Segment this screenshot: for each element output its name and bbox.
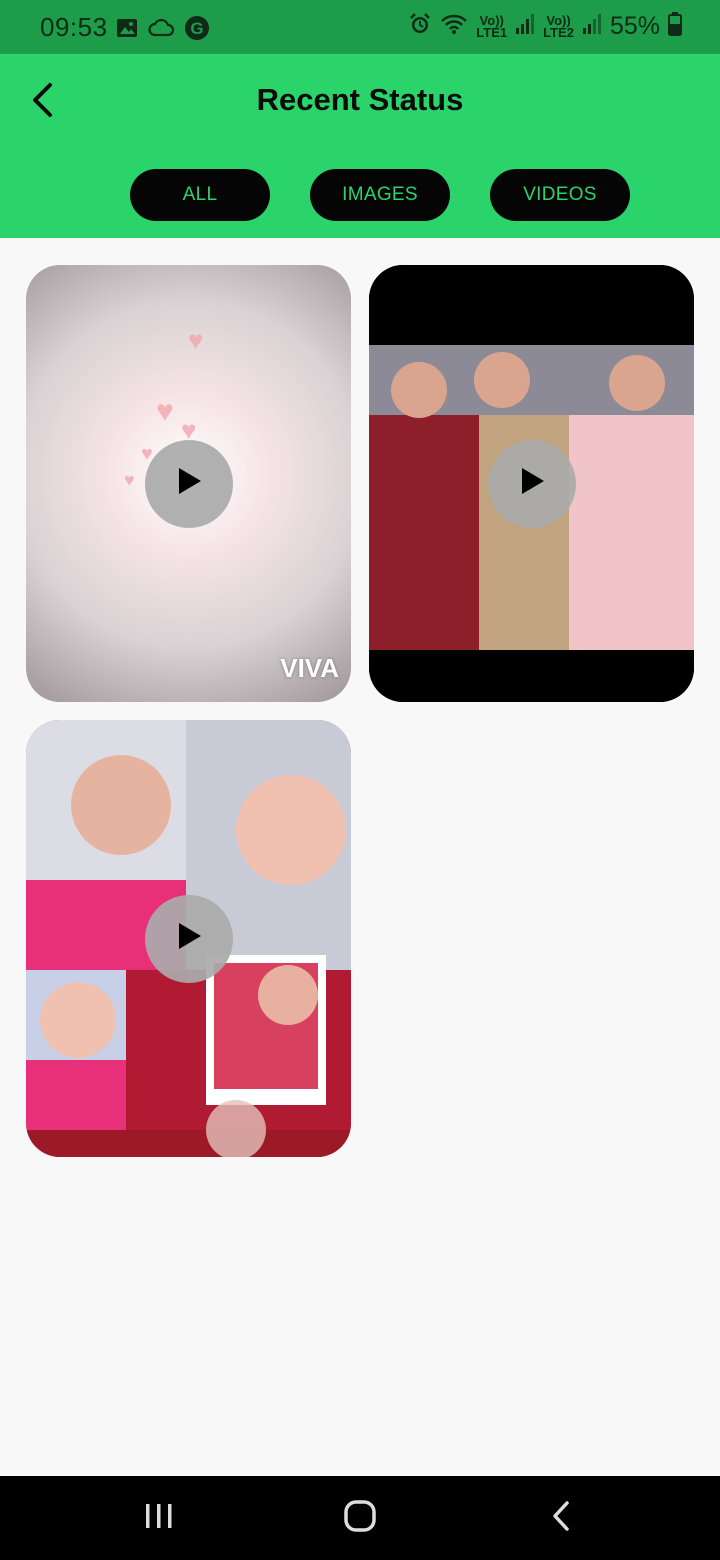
sim2-label: Vo)) LTE2 (543, 14, 574, 40)
heart-icon: ♥ (124, 470, 135, 490)
page-title: Recent Status (256, 82, 464, 117)
battery-percent: 55% (609, 12, 660, 40)
sim1-label: Vo)) LTE1 (476, 14, 508, 40)
filter-tabs: ALL IMAGES VIDEOS (130, 169, 630, 221)
signal-icon (582, 13, 602, 40)
status-left-icons: G (116, 15, 210, 46)
watermark-text: VIVA (280, 653, 339, 683)
play-button[interactable] (144, 439, 233, 528)
play-icon (175, 466, 203, 501)
sim2-lte: LTE2 (543, 24, 574, 40)
tab-images[interactable]: IMAGES (310, 169, 450, 221)
wifi-icon (440, 13, 468, 40)
home-button[interactable] (332, 1492, 388, 1544)
status-thumbnail-1[interactable]: ♥ ♥ ♥ ♥ ♥ VIVA (26, 265, 351, 702)
home-icon (343, 1499, 377, 1538)
heart-icon: ♥ (156, 395, 174, 428)
svg-text:G: G (190, 19, 203, 38)
back-nav-button[interactable] (533, 1492, 589, 1544)
alarm-icon (408, 12, 432, 41)
heart-icon: ♥ (188, 325, 204, 355)
sim1-lte: LTE1 (476, 24, 508, 40)
tab-videos[interactable]: VIDEOS (490, 169, 630, 221)
recent-apps-icon (143, 1501, 175, 1536)
cloud-icon (148, 18, 175, 42)
app-header: Recent Status ALL IMAGES VIDEOS (0, 54, 720, 238)
signal-icon (515, 13, 535, 40)
play-button[interactable] (144, 894, 233, 983)
chevron-left-icon (551, 1500, 571, 1537)
play-icon (518, 466, 546, 501)
status-time: 09:53 (40, 12, 108, 42)
battery-icon (668, 12, 682, 41)
status-thumbnail-3[interactable] (26, 720, 351, 1157)
recent-apps-button[interactable] (131, 1492, 187, 1544)
status-right: Vo)) LTE1 Vo)) LTE2 55% (408, 12, 682, 41)
g-icon: G (184, 15, 210, 46)
system-nav-bar (0, 1476, 720, 1560)
gallery-icon (116, 18, 138, 43)
tab-all[interactable]: ALL (130, 169, 270, 221)
status-thumbnail-2[interactable] (369, 265, 694, 702)
status-bar: 09:53 G Vo)) LTE1 Vo)) LTE2 55% (0, 0, 720, 54)
play-button[interactable] (487, 439, 576, 528)
play-icon (175, 921, 203, 956)
